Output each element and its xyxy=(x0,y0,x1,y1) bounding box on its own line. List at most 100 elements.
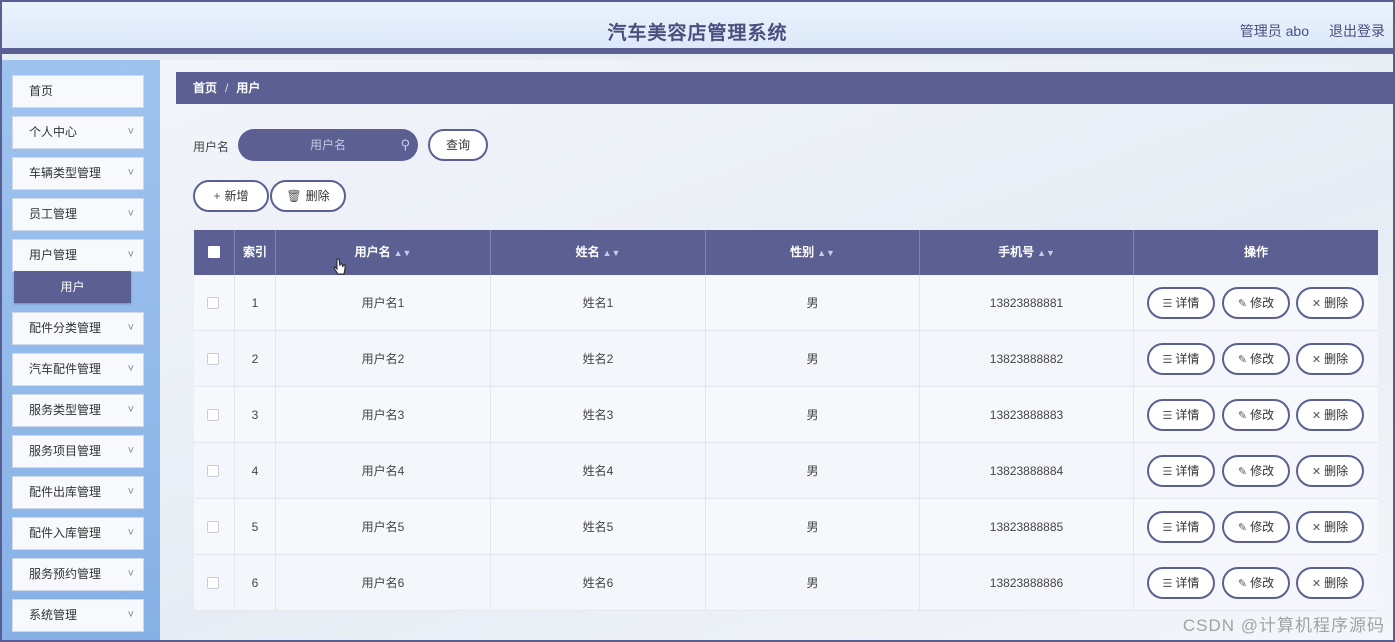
row-delete-button[interactable]: ✕ 删除 xyxy=(1296,567,1364,599)
edit-button[interactable]: ✎ 修改 xyxy=(1222,399,1290,431)
sidebar-item-label: 配件分类管理 xyxy=(29,321,102,335)
cell-select xyxy=(194,387,235,443)
detail-button[interactable]: ☰ 详情 xyxy=(1147,511,1215,543)
trash-icon: ✕ xyxy=(1311,578,1322,590)
pencil-icon: ✎ xyxy=(1237,522,1248,534)
sidebar-item-label: 汽车配件管理 xyxy=(29,362,102,376)
sort-icon: ▲▼ xyxy=(817,248,835,258)
trash-icon: ✕ xyxy=(1311,522,1322,534)
delete-button[interactable]: 🗑 删除 xyxy=(270,180,346,212)
trash-icon: ✕ xyxy=(1311,354,1322,366)
cell-name: 姓名4 xyxy=(491,443,706,499)
sidebar-item-label: 服务类型管理 xyxy=(29,403,102,417)
sidebar-item[interactable]: 员工管理 ˅ xyxy=(12,198,144,231)
sidebar-item[interactable]: 配件出库管理 ˅ xyxy=(12,476,144,509)
sidebar-subitem-user[interactable]: 用户 xyxy=(14,271,131,303)
query-button[interactable]: 查询 xyxy=(428,129,488,161)
sidebar-item[interactable]: 汽车配件管理 ˅ xyxy=(12,353,144,386)
add-button[interactable]: + 新增 xyxy=(193,180,269,212)
row-delete-button[interactable]: ✕ 删除 xyxy=(1296,511,1364,543)
row-checkbox[interactable] xyxy=(207,465,219,477)
cell-username: 用户名2 xyxy=(276,331,491,387)
sidebar-item-label: 配件入库管理 xyxy=(29,526,102,540)
detail-button[interactable]: ☰ 详情 xyxy=(1147,455,1215,487)
sidebar-item[interactable]: 配件分类管理 ˅ xyxy=(12,312,144,345)
plus-icon: + xyxy=(213,189,221,203)
edit-button[interactable]: ✎ 修改 xyxy=(1222,343,1290,375)
detail-button-label: 详情 xyxy=(1175,520,1200,534)
search-placeholder: 用户名 xyxy=(309,138,346,152)
breadcrumb: 首页 / 用户 xyxy=(176,72,1393,104)
edit-button[interactable]: ✎ 修改 xyxy=(1222,567,1290,599)
add-button-label: 新增 xyxy=(224,189,249,203)
sidebar-item-label: 个人中心 xyxy=(29,125,78,139)
row-checkbox[interactable] xyxy=(207,577,219,589)
select-all-checkbox[interactable] xyxy=(208,246,220,258)
row-delete-button-label: 删除 xyxy=(1324,464,1349,478)
row-checkbox[interactable] xyxy=(207,353,219,365)
edit-button-label: 修改 xyxy=(1250,296,1275,310)
row-checkbox[interactable] xyxy=(207,297,219,309)
cell-index: 6 xyxy=(235,555,276,611)
column-name[interactable]: 姓名 ▲▼ xyxy=(491,230,706,275)
detail-button-label: 详情 xyxy=(1175,576,1200,590)
row-checkbox[interactable] xyxy=(207,521,219,533)
row-delete-button[interactable]: ✕ 删除 xyxy=(1296,287,1364,319)
app-title: 汽车美容店管理系统 xyxy=(607,23,788,44)
breadcrumb-home[interactable]: 首页 xyxy=(193,81,217,95)
username-search-input[interactable]: 用户名 ⚲ xyxy=(238,129,418,161)
detail-button[interactable]: ☰ 详情 xyxy=(1147,343,1215,375)
sidebar-item[interactable]: 服务项目管理 ˅ xyxy=(12,435,144,468)
sidebar-item[interactable]: 车辆类型管理 ˅ xyxy=(12,157,144,190)
row-delete-button[interactable]: ✕ 删除 xyxy=(1296,343,1364,375)
table-header: 索引 用户名 ▲▼ 姓名 ▲▼ 性别 ▲▼ 手机号 ▲▼ 操作 xyxy=(194,230,1378,275)
sidebar-item[interactable]: 首页 xyxy=(12,75,144,108)
column-gender-label: 性别 xyxy=(790,245,815,259)
row-delete-button-label: 删除 xyxy=(1324,520,1349,534)
logout-link[interactable]: 退出登录 xyxy=(1329,21,1385,41)
cell-select xyxy=(194,443,235,499)
cell-name: 姓名1 xyxy=(491,275,706,331)
cell-phone: 13823888882 xyxy=(920,331,1134,387)
detail-button[interactable]: ☰ 详情 xyxy=(1147,567,1215,599)
cell-username: 用户名6 xyxy=(276,555,491,611)
cell-select xyxy=(194,331,235,387)
sidebar-item[interactable]: 服务类型管理 ˅ xyxy=(12,394,144,427)
sidebar-item-label: 员工管理 xyxy=(29,207,78,221)
sidebar-item[interactable]: 系统管理 ˅ xyxy=(12,599,144,632)
column-gender[interactable]: 性别 ▲▼ xyxy=(706,230,920,275)
pencil-icon: ✎ xyxy=(1237,410,1248,422)
detail-button[interactable]: ☰ 详情 xyxy=(1147,287,1215,319)
sidebar-item-label: 车辆类型管理 xyxy=(29,166,102,180)
table-row: 4 用户名4 姓名4 男 13823888884 ☰ 详情 ✎ 修改 ✕ 删除 xyxy=(194,443,1378,499)
row-checkbox[interactable] xyxy=(207,409,219,421)
detail-button[interactable]: ☰ 详情 xyxy=(1147,399,1215,431)
pencil-icon: ✎ xyxy=(1237,298,1248,310)
column-phone[interactable]: 手机号 ▲▼ xyxy=(920,230,1134,275)
edit-button[interactable]: ✎ 修改 xyxy=(1222,511,1290,543)
trash-icon: ✕ xyxy=(1311,466,1322,478)
edit-button[interactable]: ✎ 修改 xyxy=(1222,287,1290,319)
sidebar-item[interactable]: 服务预约管理 ˅ xyxy=(12,558,144,591)
table-row: 5 用户名5 姓名5 男 13823888885 ☰ 详情 ✎ 修改 ✕ 删除 xyxy=(194,499,1378,555)
cell-select xyxy=(194,555,235,611)
sidebar-item[interactable]: 个人中心 ˅ xyxy=(12,116,144,149)
cell-name: 姓名5 xyxy=(491,499,706,555)
column-phone-label: 手机号 xyxy=(998,245,1035,259)
row-delete-button[interactable]: ✕ 删除 xyxy=(1296,455,1364,487)
sidebar-item[interactable]: 用户管理 ˅ xyxy=(12,239,144,272)
table-row: 1 用户名1 姓名1 男 13823888881 ☰ 详情 ✎ 修改 ✕ 删除 xyxy=(194,275,1378,331)
breadcrumb-current: 用户 xyxy=(236,81,261,95)
sidebar-item-label: 首页 xyxy=(29,84,54,98)
edit-button[interactable]: ✎ 修改 xyxy=(1222,455,1290,487)
sidebar-item-label: 服务预约管理 xyxy=(29,567,102,581)
edit-button-label: 修改 xyxy=(1250,408,1275,422)
row-delete-button-label: 删除 xyxy=(1324,352,1349,366)
trash-icon: ✕ xyxy=(1311,410,1322,422)
column-username[interactable]: 用户名 ▲▼ xyxy=(276,230,491,275)
current-user: 管理员 abo xyxy=(1239,23,1309,39)
sidebar-item[interactable]: 配件入库管理 ˅ xyxy=(12,517,144,550)
row-delete-button[interactable]: ✕ 删除 xyxy=(1296,399,1364,431)
pencil-icon: ✎ xyxy=(1237,578,1248,590)
cell-username: 用户名1 xyxy=(276,275,491,331)
